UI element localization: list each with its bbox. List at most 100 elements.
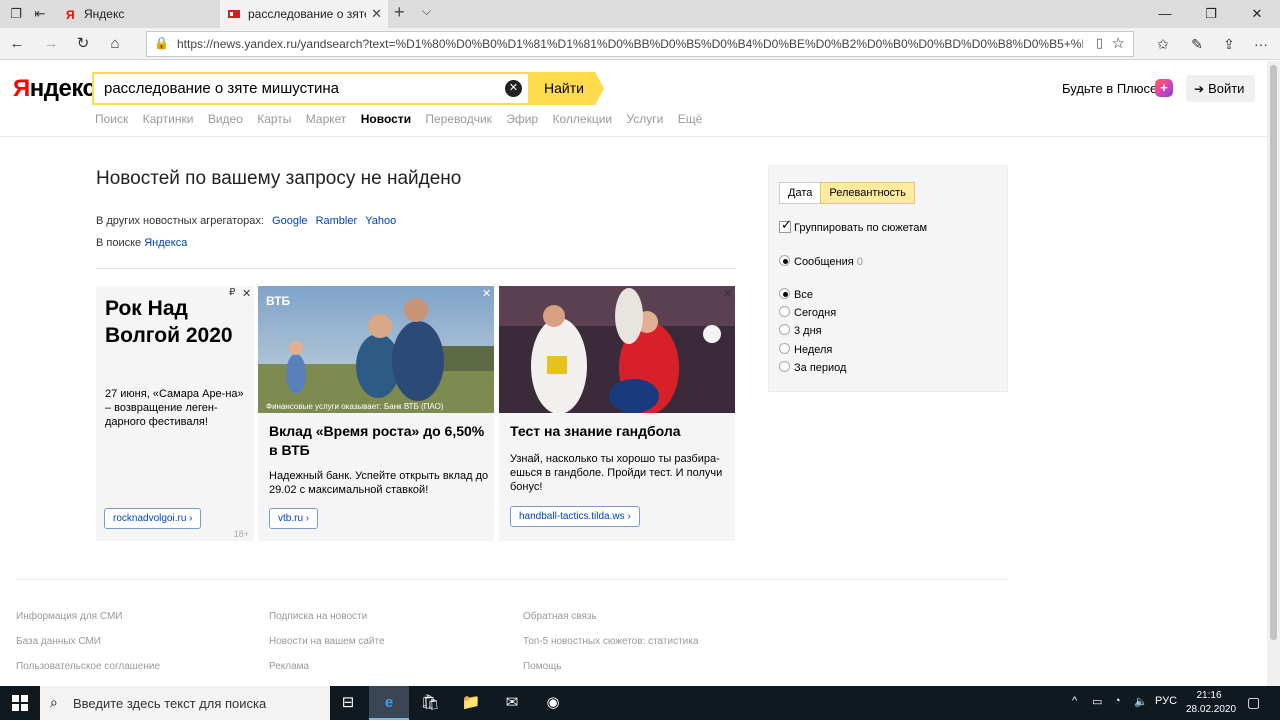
set-aside-tabs-icon[interactable]: ⇤: [30, 4, 50, 24]
yandex-search-link[interactable]: Яндекса: [144, 237, 187, 249]
in-search-label: В поиске: [96, 237, 142, 249]
service-translate[interactable]: Переводчик: [425, 112, 492, 126]
plus-link[interactable]: Будьте в Плюсе: [1062, 81, 1157, 96]
age-rating: 18+: [233, 529, 249, 539]
login-button[interactable]: ➔ Войти: [1186, 75, 1255, 102]
chevron-down-icon[interactable]: ⌵: [422, 4, 431, 19]
close-ad-icon[interactable]: ✕: [723, 287, 732, 300]
new-tab-icon[interactable]: +: [394, 2, 405, 23]
taskbar-clock[interactable]: 21:16 28.02.2020: [1186, 689, 1236, 717]
folder-icon[interactable]: 📁: [451, 686, 491, 720]
family-photo-image: [258, 286, 494, 413]
radio-period-custom[interactable]: За период: [779, 361, 846, 374]
taskbar-search[interactable]: ⌕ Введите здесь текст для поиска: [40, 686, 330, 720]
footer-link[interactable]: Информация для СМИ: [16, 611, 123, 622]
service-efir[interactable]: Эфир: [506, 112, 538, 126]
scrollbar-thumb[interactable]: [1270, 65, 1277, 640]
mail-icon[interactable]: ✉: [492, 686, 532, 720]
radio-period-3days[interactable]: 3 дня: [779, 324, 822, 337]
home-icon[interactable]: ⌂: [104, 33, 126, 55]
search-input[interactable]: [104, 74, 494, 103]
aggregator-yahoo-link[interactable]: Yahoo: [365, 215, 396, 227]
group-by-story-checkbox[interactable]: ✓ Группировать по сюжетам: [779, 217, 928, 234]
footer-link[interactable]: Обратная связь: [523, 611, 597, 622]
footer-divider: [16, 579, 1008, 580]
windows-start-icon[interactable]: [12, 695, 28, 711]
footer-link[interactable]: Пользовательское соглашение: [16, 661, 160, 672]
radio-period-all[interactable]: Все: [779, 288, 813, 301]
ad-vtb[interactable]: ВТБ Финансовые услуги оказывает: Банк ВТ…: [258, 286, 494, 541]
radio-period-week[interactable]: Неделя: [779, 343, 832, 356]
reading-view-icon[interactable]: ▯: [1096, 35, 1103, 51]
input-language[interactable]: РУС: [1155, 695, 1177, 707]
service-more[interactable]: Ещё: [678, 112, 703, 126]
service-collections[interactable]: Коллекции: [553, 112, 613, 126]
ad-domain-button[interactable]: rocknadvolgoi.ru ›: [104, 508, 202, 529]
footer-link[interactable]: Подписка на новости: [269, 611, 367, 622]
volume-icon[interactable]: 🔈: [1134, 695, 1148, 708]
service-news[interactable]: Новости: [361, 112, 411, 126]
yandex-logo[interactable]: Яндекс: [13, 75, 96, 103]
search-button[interactable]: Найти: [530, 72, 604, 105]
close-window-icon[interactable]: ✕: [1234, 0, 1280, 28]
forward-icon[interactable]: →: [40, 33, 62, 55]
group-label: Группировать по сюжетам: [794, 222, 928, 234]
aggregator-google-link[interactable]: Google: [272, 215, 307, 227]
tab-yandex[interactable]: Я Яндекс: [56, 0, 220, 28]
messages-count: 0: [856, 256, 863, 268]
plus-icon[interactable]: +: [1155, 79, 1173, 97]
service-video[interactable]: Видео: [208, 112, 243, 126]
service-maps[interactable]: Карты: [257, 112, 291, 126]
more-icon[interactable]: ···: [1250, 33, 1272, 55]
footer-link[interactable]: База данных СМИ: [16, 636, 101, 647]
notifications-icon[interactable]: ▢: [1247, 694, 1260, 711]
service-images[interactable]: Картинки: [143, 112, 194, 126]
service-search[interactable]: Поиск: [95, 112, 128, 126]
service-uslugi[interactable]: Услуги: [626, 112, 663, 126]
url-field[interactable]: 🔒 https://news.yandex.ru/yandsearch?text…: [146, 31, 1134, 57]
ad-handball[interactable]: ✕ Тест на знание гандбола Узнай, насколь…: [499, 286, 735, 541]
close-ad-icon[interactable]: ✕: [482, 287, 491, 300]
ad-domain-button[interactable]: handball-tactics.tilda.ws ›: [510, 506, 640, 527]
services-nav: Поиск Картинки Видео Карты Маркет Новост…: [95, 112, 713, 128]
footer-link[interactable]: Реклама: [269, 661, 309, 672]
restore-icon[interactable]: ❐: [1188, 0, 1234, 28]
lock-icon: 🔒: [154, 36, 169, 50]
footer-link[interactable]: Топ-5 новостных сюжетов: статистика: [523, 636, 698, 647]
vtb-logo: ВТБ: [266, 294, 291, 308]
share-icon[interactable]: ⇪: [1218, 33, 1240, 55]
tab-actions-icon[interactable]: ❐: [6, 4, 26, 24]
ad-domain: handball-tactics.tilda.ws: [519, 511, 625, 522]
refresh-icon[interactable]: ↻: [72, 33, 94, 55]
service-market[interactable]: Маркет: [306, 112, 347, 126]
radio-messages[interactable]: Сообщения 0: [779, 255, 863, 268]
pen-icon[interactable]: ✎: [1186, 33, 1208, 55]
wifi-icon[interactable]: ◔: [1114, 695, 1121, 707]
close-tab-icon[interactable]: ✕: [371, 0, 382, 28]
back-icon[interactable]: ←: [6, 33, 28, 55]
favorite-star-icon[interactable]: ☆: [1112, 34, 1125, 52]
chevron-up-icon[interactable]: ^: [1072, 695, 1077, 707]
ad-domain-button[interactable]: vtb.ru ›: [269, 508, 319, 529]
task-view-icon[interactable]: ⊟: [328, 686, 368, 720]
ad-rock-nad-volgoi[interactable]: ₽ ✕ Рок Над Волгой 2020 27 июня, «Самара…: [96, 286, 254, 541]
footer-link[interactable]: Помощь: [523, 661, 562, 672]
footer-link[interactable]: Новости на вашем сайте: [269, 636, 385, 647]
store-icon[interactable]: 🛍: [410, 686, 450, 720]
logo-letter: Я: [13, 75, 30, 102]
address-bar: ← → ↻ ⌂ 🔒 https://news.yandex.ru/yandsea…: [0, 28, 1280, 60]
sort-date-button[interactable]: Дата: [779, 182, 822, 204]
chrome-icon[interactable]: ◉: [533, 686, 573, 720]
favorites-icon[interactable]: ✩: [1152, 33, 1174, 55]
page-scrollbar[interactable]: [1267, 61, 1280, 686]
in-search: В поиске Яндекса: [96, 237, 187, 249]
radio-period-today[interactable]: Сегодня: [779, 306, 836, 319]
search-filters-panel: Дата Релевантность ✓ Группировать по сюжет…: [768, 165, 1008, 392]
clear-search-icon[interactable]: ✕: [505, 80, 522, 97]
sort-relevance-button[interactable]: Релевантность: [820, 182, 915, 204]
minimize-icon[interactable]: —: [1142, 0, 1188, 28]
edge-browser-icon[interactable]: e: [369, 686, 409, 720]
tab-news-search[interactable]: расследование о зяте м ✕: [220, 0, 388, 28]
aggregator-rambler-link[interactable]: Rambler: [316, 215, 358, 227]
battery-icon[interactable]: ▭: [1092, 695, 1102, 708]
